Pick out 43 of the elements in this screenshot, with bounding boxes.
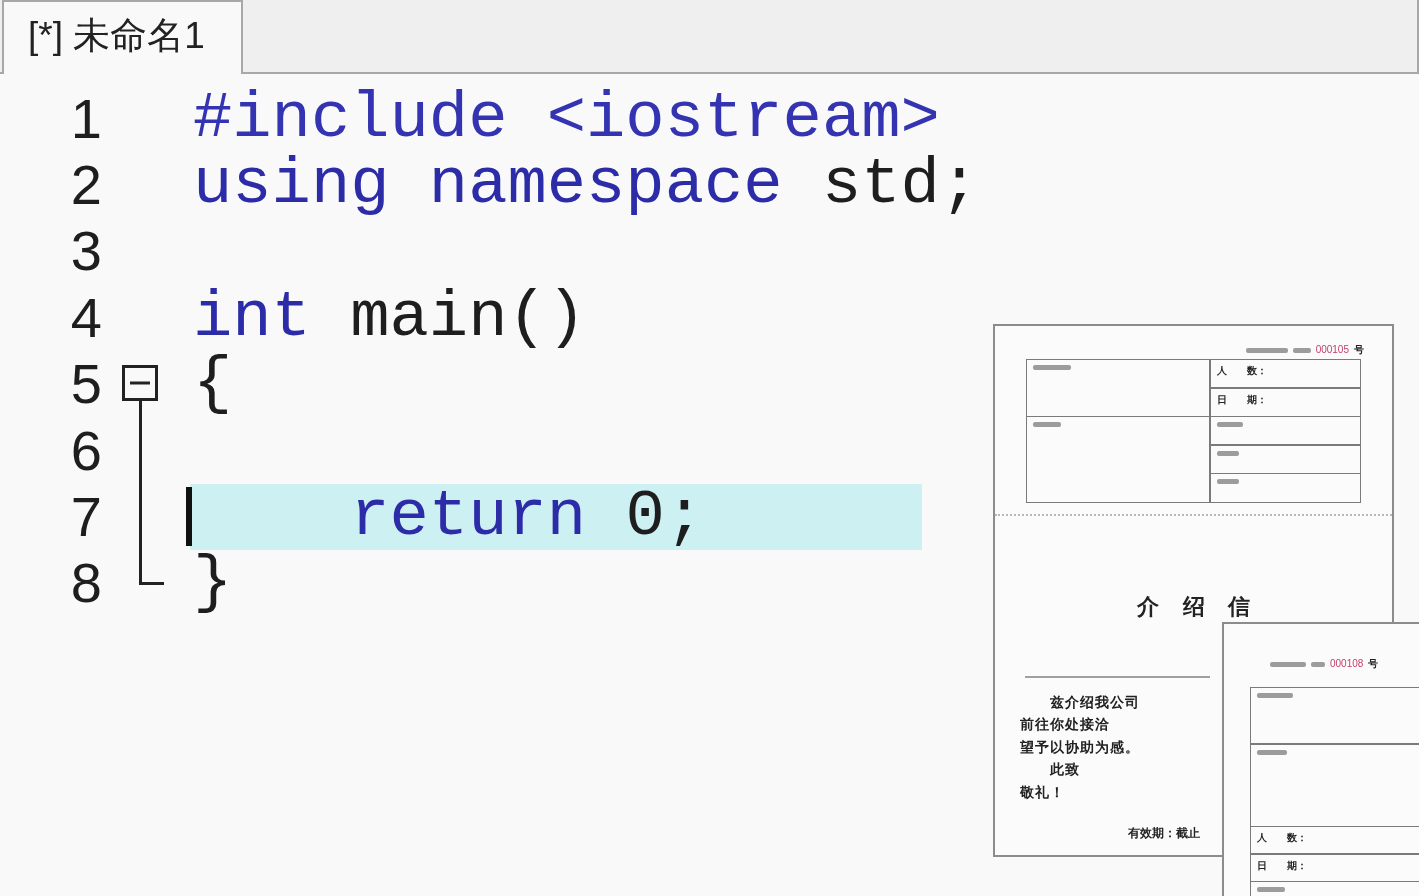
line-number: 5 <box>70 351 102 418</box>
letter-line: 兹介绍我公司 <box>1049 694 1140 712</box>
line-number: 7 <box>70 483 102 550</box>
blurred-text <box>1257 749 1287 755</box>
text-cursor <box>186 486 192 546</box>
line-number: 6 <box>70 417 102 484</box>
collapse-toggle-icon[interactable] <box>122 365 158 402</box>
code-line: } <box>192 550 233 617</box>
blurred-text <box>1033 422 1061 427</box>
code-line: #include <iostream> <box>192 85 940 152</box>
code-line: using namespace std; <box>192 152 980 219</box>
form-label: 人 数： <box>1216 365 1267 377</box>
form-label: 日 期： <box>1216 393 1267 406</box>
blurred-text <box>1033 365 1071 370</box>
editor-tab[interactable]: [*] 未命名1 <box>2 0 243 74</box>
letter-line: 前往你处接洽 <box>1020 716 1110 735</box>
form-label: 人 数： <box>1257 832 1307 844</box>
blurred-text <box>1216 422 1243 427</box>
serial-number: 000105 <box>1315 344 1349 356</box>
blurred-text <box>1292 347 1311 353</box>
letter-title: 介 绍 信 <box>1136 594 1259 620</box>
blurred-text <box>1216 450 1239 456</box>
serial-number: 000108 <box>1330 658 1364 670</box>
validity-text: 有效期：截止 <box>1128 826 1200 841</box>
code-line: int main() <box>192 284 587 352</box>
letter-line: 敬礼！ <box>1020 783 1065 802</box>
serial-suffix: 号 <box>1354 344 1364 356</box>
blurred-text <box>1257 693 1293 698</box>
line-number: 8 <box>70 550 102 617</box>
serial-suffix: 号 <box>1368 658 1379 670</box>
letter-line: 此致 <box>1048 761 1080 780</box>
blurred-text <box>1216 479 1239 484</box>
code-line: { <box>192 351 233 418</box>
blurred-text <box>1311 661 1325 667</box>
blurred-text <box>1270 661 1306 667</box>
line-number: 4 <box>70 284 102 351</box>
letter-line: 望予以协助为感。 <box>1020 738 1140 757</box>
blurred-text <box>1245 347 1288 353</box>
form-label: 日 期： <box>1257 859 1307 872</box>
line-number: 3 <box>70 218 102 285</box>
line-number: 1 <box>70 85 102 152</box>
blurred-text <box>1257 887 1285 892</box>
line-number: 2 <box>70 152 102 218</box>
